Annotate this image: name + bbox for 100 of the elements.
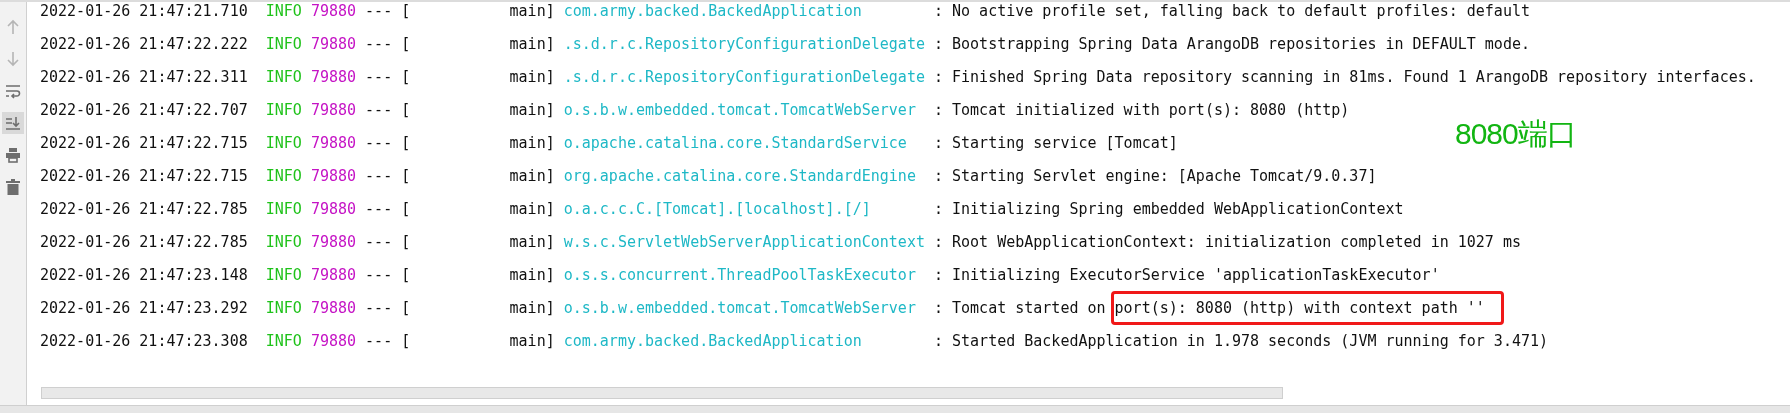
timestamp: 2022-01-26 21:47:22.785: [40, 199, 249, 218]
bracket: [: [401, 2, 412, 20]
log-message: No active profile set, falling back to default profiles: default: [952, 2, 1530, 20]
logger-name: org.apache.catalina.core.StandardEngine: [563, 166, 917, 185]
process-id: 79880: [310, 100, 358, 119]
colon: :: [933, 298, 944, 317]
log-message: Tomcat started on: [952, 298, 1106, 317]
log-level: INFO: [265, 232, 303, 251]
log-message: Started BackedApplication in 1.978 seconds (JVM running for 3.471): [952, 331, 1549, 350]
thread-name: main]: [509, 67, 556, 86]
bracket: [: [401, 166, 412, 185]
process-id: 79880: [310, 199, 358, 218]
bracket: [: [401, 133, 412, 152]
log-message: Tomcat initialized with port(s): 8080 (http): [952, 100, 1350, 119]
timestamp: 2022-01-26 21:47:22.715: [40, 133, 249, 152]
log-message: Initializing ExecutorService 'applicationTaskExecutor': [952, 265, 1440, 284]
bracket: [: [401, 232, 412, 251]
log-level: INFO: [265, 2, 303, 20]
thread-name: main]: [509, 265, 556, 284]
bracket: [: [401, 34, 412, 53]
process-id: 79880: [310, 298, 358, 317]
colon: :: [933, 331, 944, 350]
thread-name: main]: [509, 199, 556, 218]
log-level: INFO: [265, 265, 303, 284]
horizontal-scrollbar[interactable]: [41, 387, 1283, 399]
logger-name: o.s.b.w.embedded.tomcat.TomcatWebServer: [563, 298, 917, 317]
log-message: Starting service [Tomcat]: [952, 133, 1178, 152]
log-message: Root WebApplicationContext: initialization completed in 1027 ms: [952, 232, 1521, 251]
separator: ---: [365, 265, 394, 284]
log-message: Initializing Spring embedded WebApplicationContext: [952, 199, 1404, 218]
timestamp: 2022-01-26 21:47:21.710: [40, 2, 249, 20]
log-level: INFO: [265, 331, 303, 350]
thread-name: main]: [509, 331, 556, 350]
highlighted-text: port(s): 8080 (http) with context path '': [1110, 290, 1504, 325]
separator: ---: [365, 67, 394, 86]
bracket: [: [401, 265, 412, 284]
colon: :: [933, 166, 944, 185]
timestamp: 2022-01-26 21:47:22.785: [40, 232, 249, 251]
colon: :: [933, 2, 944, 20]
colon: :: [933, 100, 944, 119]
process-id: 79880: [310, 331, 358, 350]
log-level: INFO: [265, 166, 303, 185]
timestamp: 2022-01-26 21:47:22.707: [40, 100, 249, 119]
timestamp: 2022-01-26 21:47:22.311: [40, 67, 249, 86]
thread-name: main]: [509, 298, 556, 317]
logger-name: com.army.backed.BackedApplication: [563, 2, 863, 20]
timestamp: 2022-01-26 21:47:23.292: [40, 298, 249, 317]
thread-name: main]: [509, 133, 556, 152]
logger-name: .s.d.r.c.RepositoryConfigurationDelegate: [563, 34, 926, 53]
colon: :: [933, 199, 944, 218]
log-level: INFO: [265, 67, 303, 86]
scroll-to-end-icon[interactable]: [2, 112, 24, 134]
process-id: 79880: [310, 232, 358, 251]
colon: :: [933, 265, 944, 284]
separator: ---: [365, 100, 394, 119]
log-level: INFO: [265, 100, 303, 119]
thread-name: main]: [509, 166, 556, 185]
process-id: 79880: [310, 34, 358, 53]
separator: ---: [365, 331, 394, 350]
bracket: [: [401, 199, 412, 218]
colon: :: [933, 133, 944, 152]
timestamp: 2022-01-26 21:47:23.308: [40, 331, 249, 350]
log-message: Starting Servlet engine: [Apache Tomcat/9.0.37]: [952, 166, 1377, 185]
separator: ---: [365, 133, 394, 152]
log-level: INFO: [265, 133, 303, 152]
bracket: [: [401, 100, 412, 119]
separator: ---: [365, 166, 394, 185]
colon: :: [933, 67, 944, 86]
logger-name: .s.d.r.c.RepositoryConfigurationDelegate: [563, 67, 926, 86]
bracket: [: [401, 67, 412, 86]
logger-name: o.a.c.c.C.[Tomcat].[localhost].[/]: [563, 199, 872, 218]
bracket: [: [401, 331, 412, 350]
logger-name: com.army.backed.BackedApplication: [563, 331, 863, 350]
log-message: Finished Spring Data repository scanning in 81ms. Found 1 ArangoDB repository interfaces.: [952, 67, 1756, 86]
bracket: [: [401, 298, 412, 317]
colon: :: [933, 34, 944, 53]
logger-name: o.apache.catalina.core.StandardService: [563, 133, 908, 152]
thread-name: main]: [509, 232, 556, 251]
process-id: 79880: [310, 166, 358, 185]
separator: ---: [365, 298, 394, 317]
separator: ---: [365, 34, 394, 53]
annotation-text: 8080端口: [1455, 116, 1576, 152]
logger-name: o.s.b.w.embedded.tomcat.TomcatWebServer: [563, 100, 917, 119]
process-id: 79880: [310, 2, 358, 20]
logger-name: w.s.c.ServletWebServerApplicationContext: [563, 232, 926, 251]
timestamp: 2022-01-26 21:47:22.222: [40, 34, 249, 53]
timestamp: 2022-01-26 21:47:22.715: [40, 166, 249, 185]
process-id: 79880: [310, 265, 358, 284]
log-message: Bootstrapping Spring Data ArangoDB repositories in DEFAULT mode.: [952, 34, 1530, 53]
process-id: 79880: [310, 133, 358, 152]
log-level: INFO: [265, 298, 303, 317]
thread-name: main]: [509, 2, 556, 20]
process-id: 79880: [310, 67, 358, 86]
timestamp: 2022-01-26 21:47:23.148: [40, 265, 249, 284]
logger-name: o.s.s.concurrent.ThreadPoolTaskExecutor: [563, 265, 917, 284]
log-level: INFO: [265, 34, 303, 53]
separator: ---: [365, 232, 394, 251]
colon: :: [933, 232, 944, 251]
thread-name: main]: [509, 100, 556, 119]
separator: ---: [365, 2, 394, 20]
